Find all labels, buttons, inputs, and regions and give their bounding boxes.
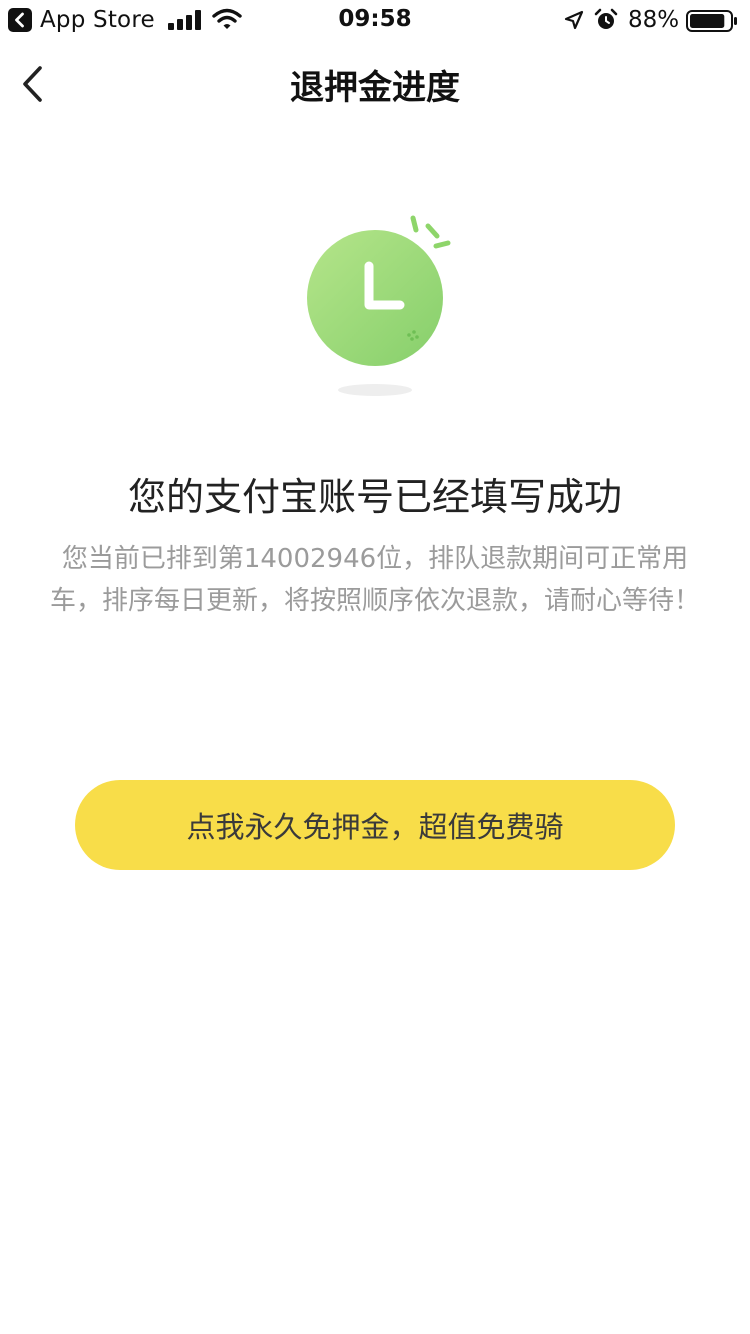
free-deposit-cta-button[interactable]: 点我永久免押金，超值免费骑 <box>75 780 675 870</box>
location-icon <box>564 10 584 30</box>
battery-percent: 88% <box>628 7 680 33</box>
queue-description: 您当前已排到第14002946位，排队退款期间可正常用车，排序每日更新，将按照顺… <box>49 544 700 616</box>
alarm-icon <box>594 8 618 29</box>
status-bar: App Store 09:58 88% <box>0 0 750 40</box>
battery-icon <box>686 10 737 32</box>
page-title: 退押金进度 <box>290 68 460 108</box>
clock-icon <box>307 215 451 396</box>
success-title: 您的支付宝账号已经填写成功 <box>127 475 622 519</box>
